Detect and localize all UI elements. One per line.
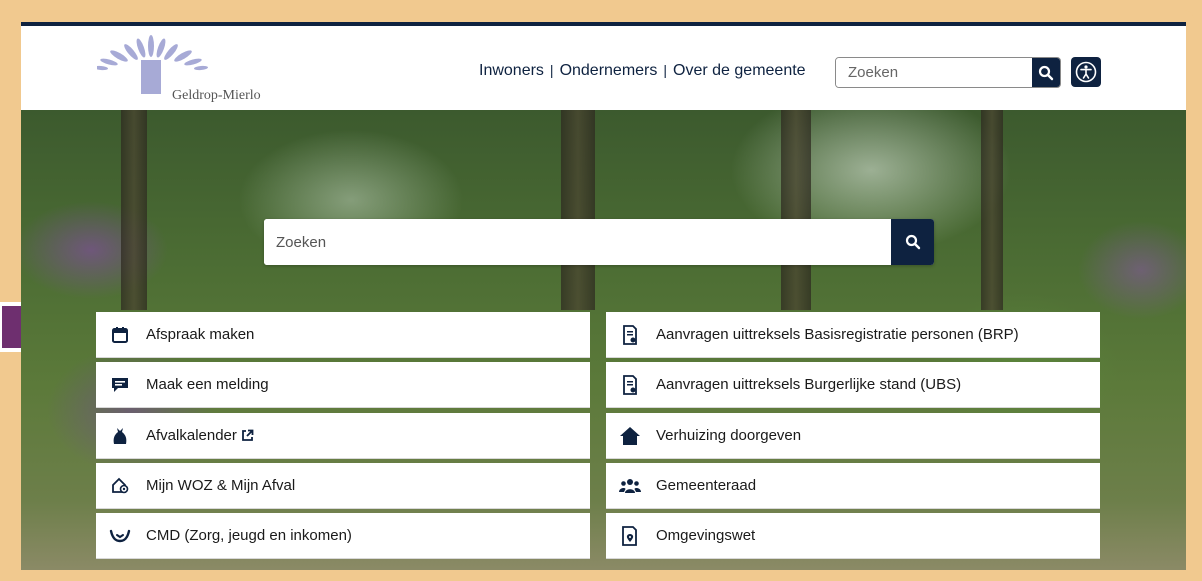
tile-verhuizing-doorgeven[interactable]: Verhuizing doorgeven	[606, 413, 1100, 459]
tile-label: Mijn WOZ & Mijn Afval	[146, 477, 296, 494]
tile-label: Aanvragen uittreksels Basisregistratie p…	[656, 326, 1019, 343]
tile-label: Aanvragen uittreksels Burgerlijke stand …	[656, 376, 962, 393]
page-viewport: Geldrop-Mierlo Inwoners | Ondernemers | Over…	[21, 22, 1186, 570]
search-icon	[905, 234, 920, 250]
document-icon	[618, 373, 642, 397]
search-icon	[1038, 65, 1054, 80]
document-icon	[618, 323, 642, 347]
tile-label: Gemeenteraad	[656, 477, 757, 494]
tile-label: Maak een melding	[146, 376, 269, 393]
home-icon	[618, 424, 642, 448]
hero-search-button[interactable]	[891, 219, 934, 265]
document-pin-icon	[618, 524, 642, 548]
hero-search-input[interactable]	[264, 219, 889, 265]
nav-link-inwoners[interactable]: Inwoners	[479, 62, 544, 79]
tile-uittreksels-ubs[interactable]: Aanvragen uittreksels Burgerlijke stand …	[606, 362, 1100, 408]
tile-afspraak-maken[interactable]: Afspraak maken	[96, 312, 590, 358]
nav-separator: |	[549, 62, 554, 78]
header-search-input[interactable]	[836, 58, 1031, 87]
tile-label: Omgevingswet	[656, 527, 756, 544]
accessibility-button[interactable]	[1071, 57, 1101, 87]
group-icon	[618, 474, 642, 498]
top-navigation: Inwoners | Ondernemers | Over de gemeente	[479, 62, 806, 80]
tile-cmd[interactable]: CMD (Zorg, jeugd en inkomen)	[96, 513, 590, 559]
tile-gemeenteraad[interactable]: Gemeenteraad	[606, 463, 1100, 509]
nav-separator: |	[663, 62, 668, 78]
tile-label: Verhuizing doorgeven	[656, 427, 802, 444]
logo-text: Geldrop-Mierlo	[172, 88, 261, 103]
care-hands-icon	[108, 524, 132, 548]
house-pin-icon	[108, 474, 132, 498]
tile-label: CMD (Zorg, jeugd en inkomen)	[146, 527, 352, 544]
tile-maak-een-melding[interactable]: Maak een melding	[96, 362, 590, 408]
accessibility-icon	[1075, 61, 1097, 83]
chat-icon	[108, 373, 132, 397]
tile-omgevingswet[interactable]: Omgevingswet	[606, 513, 1100, 559]
trash-bag-icon	[108, 424, 132, 448]
nav-link-ondernemers[interactable]: Ondernemers	[560, 62, 658, 79]
tree-trunk	[981, 110, 1003, 310]
tile-label: Afspraak maken	[146, 326, 255, 343]
external-link-icon	[241, 429, 254, 442]
header-search-button[interactable]	[1032, 58, 1060, 87]
tile-afvalkalender[interactable]: Afvalkalender	[96, 413, 590, 459]
nav-link-over-de-gemeente[interactable]: Over de gemeente	[673, 62, 806, 79]
tile-uittreksels-brp[interactable]: Aanvragen uittreksels Basisregistratie p…	[606, 312, 1100, 358]
header-search	[835, 57, 1061, 88]
hero-search	[264, 219, 934, 265]
tree-trunk	[781, 110, 811, 310]
tile-mijn-woz-mijn-afval[interactable]: Mijn WOZ & Mijn Afval	[96, 463, 590, 509]
site-header: Geldrop-Mierlo Inwoners | Ondernemers | Over…	[21, 26, 1186, 110]
tree-trunk	[121, 110, 147, 310]
calendar-icon	[108, 323, 132, 347]
tile-label: Afvalkalender	[146, 427, 237, 444]
tree-trunk	[561, 110, 595, 310]
